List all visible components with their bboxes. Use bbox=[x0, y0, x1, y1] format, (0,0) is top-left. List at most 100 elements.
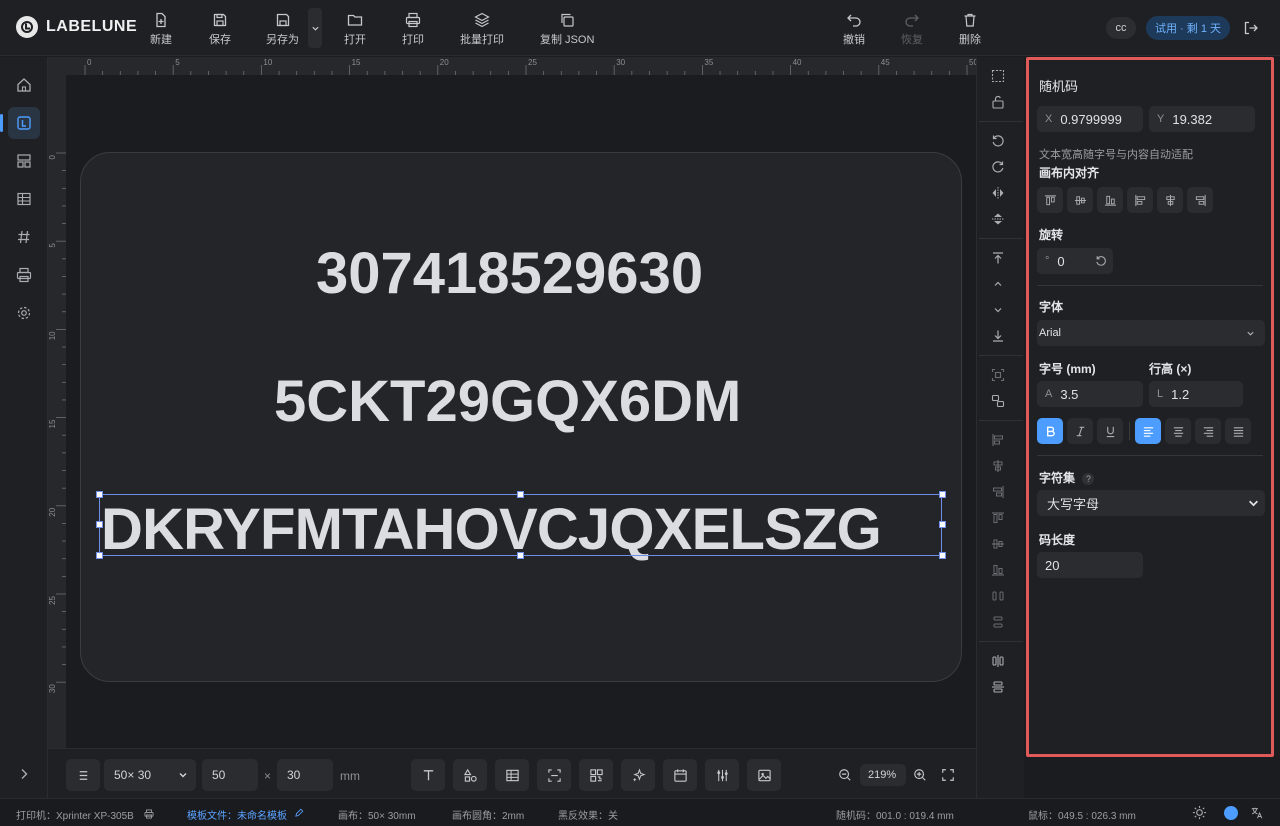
add-random-code-button[interactable] bbox=[621, 759, 655, 791]
canvas-align-bottom-button[interactable] bbox=[1097, 187, 1123, 213]
save-as-dropdown[interactable] bbox=[308, 8, 322, 48]
add-barcode-button[interactable] bbox=[537, 759, 571, 791]
selection-box[interactable] bbox=[99, 494, 942, 556]
underline-toggle[interactable] bbox=[1097, 418, 1123, 444]
rotate-input[interactable]: ° 0 bbox=[1037, 248, 1113, 274]
print-button[interactable]: 打印 bbox=[402, 12, 424, 47]
save-button[interactable]: 保存 bbox=[209, 12, 231, 47]
align-middle-button[interactable] bbox=[991, 537, 1007, 553]
sidebar-item-label-editor[interactable] bbox=[8, 107, 40, 139]
user-avatar[interactable]: cc bbox=[1106, 17, 1136, 39]
add-shape-button[interactable] bbox=[453, 759, 487, 791]
canvas-align-top-button[interactable] bbox=[1037, 187, 1063, 213]
rotate-left-button[interactable] bbox=[991, 134, 1007, 150]
font-size-input[interactable]: A 3.5 bbox=[1037, 381, 1143, 407]
redo-button[interactable]: 恢复 bbox=[901, 12, 923, 47]
template-name[interactable]: 未命名模板 bbox=[237, 811, 287, 822]
y-position-input[interactable]: Y 19.382 bbox=[1149, 106, 1255, 132]
zoom-level[interactable]: 219% bbox=[860, 764, 906, 786]
sidebar-item-printer[interactable] bbox=[8, 259, 40, 291]
align-left-button[interactable] bbox=[991, 433, 1007, 449]
logout-button[interactable] bbox=[1243, 20, 1259, 36]
sidebar-item-home[interactable] bbox=[8, 69, 40, 101]
canvas-align-middle-button[interactable] bbox=[1067, 187, 1093, 213]
resize-handle-sw[interactable] bbox=[96, 552, 103, 559]
align-bottom-button[interactable] bbox=[991, 563, 1007, 579]
bring-to-front-button[interactable] bbox=[991, 251, 1007, 267]
flip-vertical-button[interactable] bbox=[991, 212, 1007, 228]
language-icon[interactable] bbox=[1250, 806, 1264, 820]
group-button[interactable] bbox=[991, 368, 1007, 384]
italic-toggle[interactable] bbox=[1067, 418, 1093, 444]
font-select[interactable]: Arial bbox=[1037, 320, 1265, 346]
undo-button[interactable]: 撤销 bbox=[843, 12, 865, 47]
resize-handle-nw[interactable] bbox=[96, 491, 103, 498]
canvas-align-left-button[interactable] bbox=[1127, 187, 1153, 213]
center-v-button[interactable] bbox=[991, 680, 1007, 696]
copy-json-button[interactable]: 复制 JSON bbox=[540, 12, 594, 47]
distribute-v-button[interactable] bbox=[991, 615, 1007, 631]
new-button[interactable]: 新建 bbox=[150, 12, 172, 47]
text-justify-button[interactable] bbox=[1225, 418, 1251, 444]
pencil-icon[interactable] bbox=[294, 808, 304, 818]
layers-menu-button[interactable] bbox=[66, 759, 100, 791]
add-table-button[interactable] bbox=[495, 759, 529, 791]
align-right-button[interactable] bbox=[991, 485, 1007, 501]
width-input[interactable]: 50 bbox=[202, 759, 258, 791]
distribute-h-button[interactable] bbox=[991, 589, 1007, 605]
resize-handle-w[interactable] bbox=[96, 521, 103, 528]
lock-button[interactable] bbox=[991, 95, 1007, 111]
bring-forward-button[interactable] bbox=[991, 277, 1007, 293]
align-top-button[interactable] bbox=[991, 511, 1007, 527]
size-preset-select[interactable]: 50× 30 bbox=[104, 759, 196, 791]
code-length-input[interactable]: 20 bbox=[1037, 552, 1143, 578]
add-text-button[interactable] bbox=[411, 759, 445, 791]
sidebar-expand-button[interactable] bbox=[8, 758, 40, 790]
printer-icon[interactable] bbox=[144, 809, 154, 819]
rotate-right-button[interactable] bbox=[991, 160, 1007, 176]
flip-horizontal-button[interactable] bbox=[991, 186, 1007, 202]
resize-handle-se[interactable] bbox=[939, 552, 946, 559]
fit-screen-button[interactable] bbox=[941, 768, 955, 782]
resize-handle-n[interactable] bbox=[517, 491, 524, 498]
save-as-button[interactable]: 另存为 bbox=[266, 12, 299, 47]
sidebar-item-table[interactable] bbox=[8, 183, 40, 215]
text-align-center-button[interactable] bbox=[1165, 418, 1191, 444]
send-backward-button[interactable] bbox=[991, 303, 1007, 319]
charset-select[interactable]: 大写字母 bbox=[1037, 490, 1265, 516]
resize-handle-s[interactable] bbox=[517, 552, 524, 559]
bold-toggle[interactable] bbox=[1037, 418, 1063, 444]
text-element-2[interactable]: 5CKT29GQX6DM bbox=[274, 368, 741, 435]
text-element-1[interactable]: 307418529630 bbox=[316, 240, 703, 307]
center-h-button[interactable] bbox=[991, 654, 1007, 670]
reset-rotation-icon[interactable] bbox=[1095, 255, 1107, 267]
delete-button[interactable]: 删除 bbox=[959, 12, 981, 47]
canvas-align-center-button[interactable] bbox=[1157, 187, 1183, 213]
sun-icon[interactable] bbox=[1192, 805, 1207, 820]
text-align-right-button[interactable] bbox=[1195, 418, 1221, 444]
line-height-input[interactable]: L 1.2 bbox=[1149, 381, 1243, 407]
sidebar-item-templates[interactable] bbox=[8, 145, 40, 177]
resize-handle-e[interactable] bbox=[939, 521, 946, 528]
align-center-h-button[interactable] bbox=[991, 459, 1007, 475]
zoom-out-button[interactable] bbox=[838, 768, 852, 782]
select-all-button[interactable] bbox=[991, 69, 1007, 85]
send-to-back-button[interactable] bbox=[991, 329, 1007, 345]
add-qrcode-button[interactable] bbox=[579, 759, 613, 791]
batch-print-button[interactable]: 批量打印 bbox=[460, 12, 504, 47]
trial-badge[interactable]: 试用 · 剩 1 天 bbox=[1146, 16, 1230, 40]
resize-handle-ne[interactable] bbox=[939, 491, 946, 498]
sidebar-item-settings[interactable] bbox=[8, 297, 40, 329]
x-position-input[interactable]: X 0.9799999 bbox=[1037, 106, 1143, 132]
sidebar-item-serial[interactable] bbox=[8, 221, 40, 253]
add-image-button[interactable] bbox=[747, 759, 781, 791]
theme-color-dot[interactable] bbox=[1224, 806, 1238, 820]
open-button[interactable]: 打开 bbox=[344, 12, 366, 47]
zoom-in-button[interactable] bbox=[913, 768, 927, 782]
height-input[interactable]: 30 bbox=[277, 759, 333, 791]
add-serial-button[interactable] bbox=[705, 759, 739, 791]
add-date-button[interactable] bbox=[663, 759, 697, 791]
canvas-align-right-button[interactable] bbox=[1187, 187, 1213, 213]
help-icon[interactable]: ? bbox=[1082, 473, 1095, 485]
ungroup-button[interactable] bbox=[991, 394, 1007, 410]
